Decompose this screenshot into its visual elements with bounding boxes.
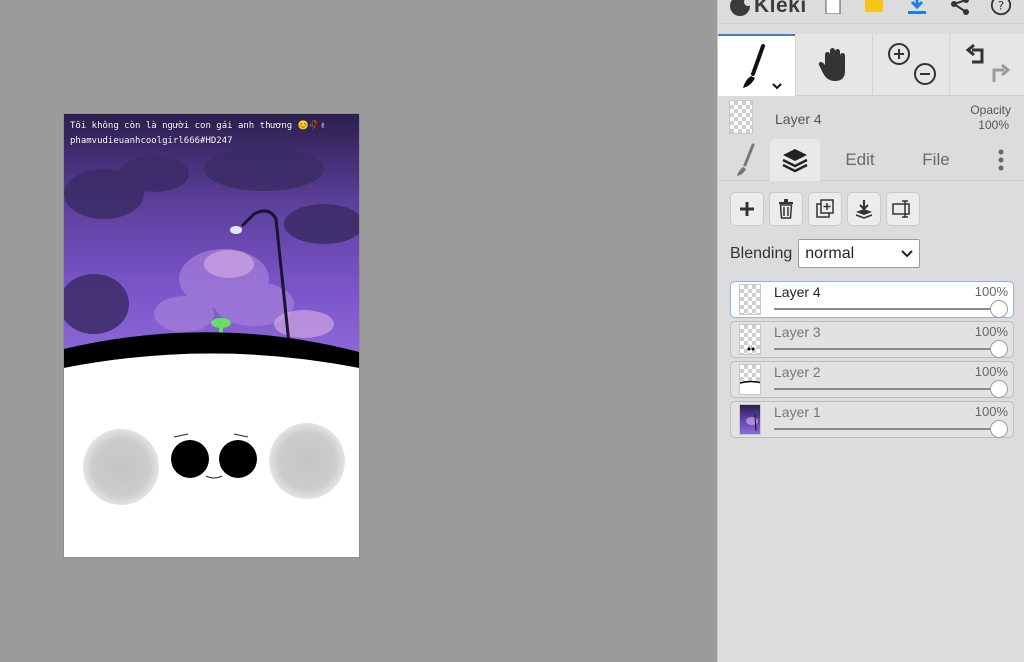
hand-tool-button[interactable] [795, 34, 872, 96]
layer-opacity-slider-handle[interactable] [990, 300, 1008, 318]
hand-icon [818, 48, 845, 81]
layer-opacity-slider-track[interactable] [774, 388, 999, 390]
layer-opacity-slider-handle[interactable] [990, 420, 1008, 438]
brush-tab-icon [737, 143, 755, 176]
layer-name: Layer 1 [774, 404, 821, 420]
canvas-workspace[interactable]: Tôi không còn là người con gái anh thươn… [0, 0, 717, 662]
svg-text:?: ? [998, 0, 1004, 13]
layer-opacity-slider-track[interactable] [774, 428, 999, 430]
delete-layer-button[interactable] [769, 192, 803, 226]
tab-layers[interactable] [770, 139, 820, 181]
layer-item-layer-2[interactable]: Layer 2 100% [730, 361, 1014, 398]
tool-row [718, 34, 1024, 96]
new-image-icon[interactable] [822, 0, 844, 18]
tab-edit[interactable]: Edit [830, 139, 890, 181]
layer-thumbnail [739, 284, 761, 315]
canvas-caption-line2: phamvudieuanhcoolgirl666#HD247 [70, 136, 233, 146]
tab-file[interactable]: File [906, 139, 966, 181]
layer-item-layer-4[interactable]: Layer 4 100% [730, 281, 1014, 318]
zoom-tool-button[interactable] [872, 34, 949, 96]
more-menu-button[interactable] [986, 139, 1016, 181]
download-icon[interactable] [906, 0, 928, 18]
current-layer-thumbnail [729, 100, 753, 134]
blending-select[interactable]: normal [798, 239, 921, 268]
canvas-artwork [64, 114, 359, 557]
layer-name: Layer 4 [774, 284, 821, 300]
layer-opacity-slider-handle[interactable] [990, 340, 1008, 358]
opacity-label: Opacity [970, 103, 1011, 117]
layer-actions [730, 192, 920, 226]
zoom-out-icon [914, 63, 936, 85]
layer-opacity: 100% [974, 404, 1008, 419]
brush-tool-button[interactable] [718, 34, 795, 96]
opacity-value: 100% [978, 118, 1009, 132]
add-layer-button[interactable] [730, 192, 764, 226]
help-icon[interactable]: ? [990, 0, 1012, 18]
layers-icon [782, 149, 808, 173]
more-vertical-icon [998, 149, 1004, 171]
brush-icon [742, 44, 782, 90]
top-bar: Kleki ? [718, 0, 1024, 24]
layer-opacity-slider-track[interactable] [774, 308, 999, 310]
drawing-canvas[interactable]: Tôi không còn là người con gái anh thươn… [64, 114, 359, 557]
canvas-caption-line1: Tôi không còn là người con gái anh thươn… [70, 121, 326, 131]
blending-row: Blending normal [730, 239, 921, 268]
layer-thumbnail [739, 324, 761, 355]
rename-layer-button[interactable] [886, 192, 920, 226]
duplicate-icon [816, 199, 834, 218]
merge-down-icon [855, 200, 873, 219]
layer-thumbnail [739, 364, 761, 395]
blending-label: Blending [730, 244, 793, 262]
current-layer-row: Layer 4 Opacity 100% [718, 97, 1024, 139]
layer-list: Layer 4 100% Layer 3 100% Layer 2 100% L… [730, 281, 1014, 441]
plus-icon [740, 202, 754, 216]
open-folder-icon[interactable] [863, 0, 885, 18]
tab-row: Edit File [718, 139, 1024, 181]
layer-item-layer-3[interactable]: Layer 3 100% [730, 321, 1014, 358]
layer-opacity-slider-track[interactable] [774, 348, 999, 350]
layer-name: Layer 3 [774, 324, 821, 340]
layer-opacity: 100% [974, 364, 1008, 379]
zoom-in-icon [888, 43, 910, 65]
rename-icon [892, 200, 910, 218]
redo-icon [992, 63, 1010, 82]
duplicate-layer-button[interactable] [808, 192, 842, 226]
sidebar-panel: Kleki ? Layer 4 Opacity 100% Edit File B… [717, 0, 1024, 662]
tab-brush[interactable] [726, 139, 766, 181]
kleki-logo-icon [730, 0, 752, 16]
undo-redo-button[interactable] [949, 34, 1024, 96]
layer-item-layer-1[interactable]: Layer 1 100% [730, 401, 1014, 438]
chevron-down-icon [901, 249, 913, 257]
share-icon[interactable] [949, 0, 971, 18]
current-layer-name: Layer 4 [775, 111, 822, 127]
undo-icon [965, 43, 983, 64]
merge-down-button[interactable] [847, 192, 881, 226]
layer-opacity-slider-handle[interactable] [990, 380, 1008, 398]
layer-opacity: 100% [974, 324, 1008, 339]
trash-icon [779, 199, 793, 219]
blending-value: normal [805, 244, 855, 262]
app-logo[interactable]: Kleki [730, 0, 807, 18]
app-name: Kleki [754, 0, 807, 17]
layer-name: Layer 2 [774, 364, 821, 380]
layer-opacity: 100% [974, 284, 1008, 299]
layer-thumbnail [739, 404, 761, 435]
